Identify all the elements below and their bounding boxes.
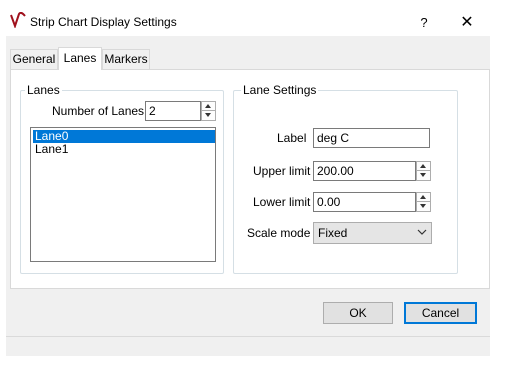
tab-markers[interactable]: Markers [102,49,150,69]
scale-mode-value: Fixed [318,226,348,240]
tab-general[interactable]: General [10,49,58,69]
spin-down-icon[interactable] [202,111,215,119]
list-item-lane1[interactable]: Lane1 [33,143,215,156]
spin-up-icon[interactable] [417,162,430,171]
spin-up-icon[interactable] [202,102,215,111]
cancel-button[interactable]: Cancel [404,302,477,324]
spin-down-icon[interactable] [417,202,430,210]
upper-limit-spinner[interactable] [416,161,431,181]
lane-label-input[interactable]: deg C [313,128,430,148]
number-of-lanes-input[interactable]: 2 [145,101,201,121]
close-button[interactable]: ✕ [456,12,478,34]
footer-divider [6,336,490,337]
lane-settings-group-title: Lane Settings [241,83,319,97]
ok-button[interactable]: OK [323,302,393,324]
lane-settings-group [233,90,458,274]
lanes-tab-panel: Lanes Number of Lanes 2 Lane0 Lane1 Lane… [10,69,490,289]
lane-label-label: Label [277,131,307,145]
strip-chart-app-icon [10,11,26,30]
window-title: Strip Chart Display Settings [30,15,177,29]
help-button[interactable]: ? [414,13,434,33]
upper-limit-input[interactable]: 200.00 [313,161,416,181]
lower-limit-spinner[interactable] [416,192,431,212]
spin-down-icon[interactable] [417,171,430,179]
number-of-lanes-spinner[interactable] [201,101,216,121]
tab-lanes[interactable]: Lanes [58,47,102,70]
lower-limit-label: Lower limit [253,195,311,209]
scale-mode-select[interactable]: Fixed [313,222,432,244]
lanes-group-title: Lanes [25,83,62,97]
spin-up-icon[interactable] [417,193,430,202]
number-of-lanes-label: Number of Lanes [52,104,145,118]
lower-limit-input[interactable]: 0.00 [313,192,416,212]
chevron-down-icon [417,225,427,242]
title-bar: Strip Chart Display Settings ? ✕ [6,0,490,36]
scale-mode-label: Scale mode [247,226,311,240]
settings-dialog: Strip Chart Display Settings ? ✕ General… [6,0,490,356]
upper-limit-label: Upper limit [253,164,311,178]
lanes-listbox[interactable]: Lane0 Lane1 [30,127,216,262]
